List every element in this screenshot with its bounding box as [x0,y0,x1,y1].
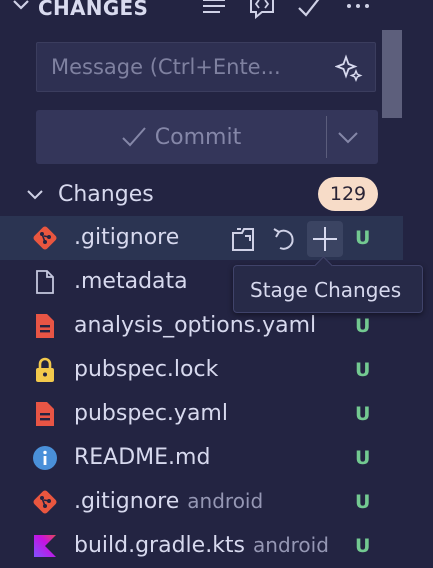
file-icon [32,269,58,295]
file-directory: android [187,489,264,513]
commit-button[interactable]: Commit [36,110,326,164]
commit-button-group: Commit [36,110,378,164]
tooltip-text: Stage Changes [250,278,402,302]
commit-label: Commit [154,124,242,150]
open-file-icon[interactable] [228,224,258,254]
file-row[interactable]: pubspec.yaml U [0,392,403,436]
untracked-status: U [355,359,371,381]
git-icon [32,489,58,515]
changes-header[interactable]: CHANGES [0,0,433,22]
commit-check-icon[interactable] [296,0,324,22]
file-name-text: pubspec.lock [74,357,219,382]
message-placeholder: Message (Ctrl+Ente... [51,55,281,79]
lock-icon [32,357,58,383]
view-as-tree-icon[interactable] [200,0,228,22]
changes-count-badge: 129 [318,177,378,211]
kotlin-icon [32,533,58,559]
file-row[interactable]: .gitignore android U [0,480,403,524]
untracked-status: U [355,403,371,425]
section-chevron-icon[interactable] [24,184,46,206]
more-actions-icon[interactable] [344,0,372,22]
file-name-text: README.md [74,445,211,470]
file-name: .metadata [74,269,188,294]
file-name-text: .metadata [74,269,188,294]
stage-changes-button[interactable] [307,221,343,257]
commit-divider [326,116,327,158]
file-name-text: analysis_options.yaml [74,313,317,338]
file-name-text: .gitignore [74,225,180,250]
untracked-status: U [355,227,371,249]
file-row[interactable]: pubspec.lock U [0,348,403,392]
info-icon [32,445,58,471]
file-name: README.md [74,445,210,470]
file-name: build.gradle.kts android [74,533,329,558]
file-row[interactable]: build.gradle.kts android U [0,524,403,568]
file-name: analysis_options.yaml [74,313,316,338]
section-label: Changes [58,182,154,207]
commit-dropdown-chevron-icon[interactable] [334,123,362,151]
sparkle-icon[interactable] [335,54,363,82]
file-name: pubspec.yaml [74,401,228,426]
code-review-icon[interactable] [248,0,276,22]
untracked-status: U [355,315,371,337]
file-name: pubspec.lock [74,357,218,382]
yaml-icon [32,401,58,427]
commit-message-input[interactable]: Message (Ctrl+Ente... [36,42,376,92]
scrollbar-thumb[interactable] [382,30,402,118]
file-row[interactable]: README.md U [0,436,403,480]
file-name-text: build.gradle.kts [74,533,246,558]
file-name: .gitignore [74,225,179,250]
discard-changes-icon[interactable] [270,224,300,254]
yaml-icon [32,313,58,339]
file-name: .gitignore android [74,489,263,514]
stage-changes-tooltip: Stage Changes [233,256,423,313]
untracked-status: U [355,491,371,513]
untracked-status: U [355,447,371,469]
plus-icon [313,227,337,251]
panel-title: CHANGES [38,0,149,20]
untracked-status: U [355,535,371,557]
file-name-text: pubspec.yaml [74,401,228,426]
file-directory: android [253,533,329,557]
file-name-text: .gitignore [74,489,180,514]
check-icon [122,127,146,147]
git-icon [32,225,58,251]
collapse-chevron-icon[interactable] [10,0,32,16]
